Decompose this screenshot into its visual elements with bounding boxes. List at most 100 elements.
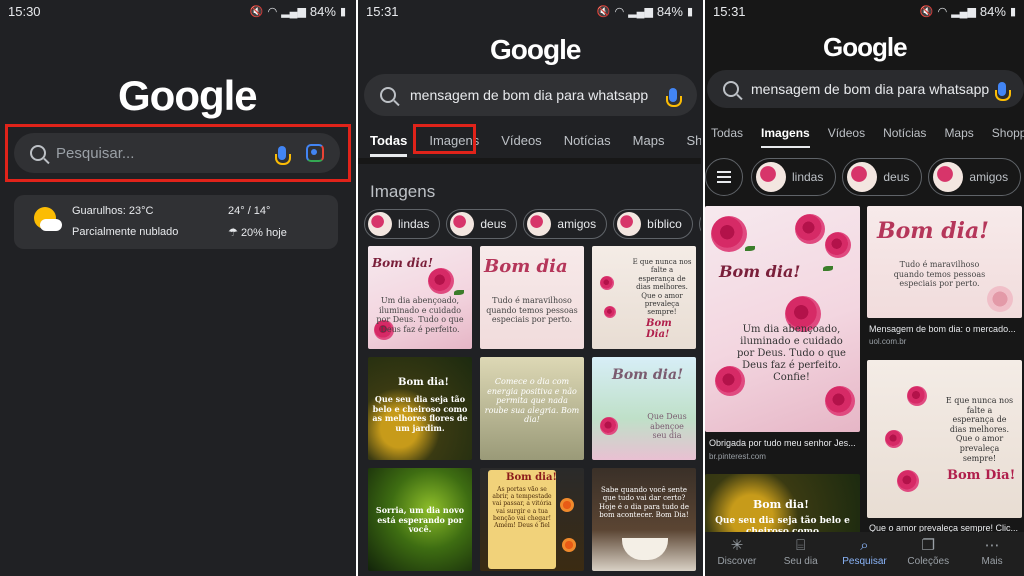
tab-videos[interactable]: Vídeos <box>828 126 865 149</box>
image-grid: Bom dia! Um dia abençoado, iluminado e c… <box>368 246 696 571</box>
image-result[interactable]: Bom dia! As portas vão se abrir, a tempe… <box>480 468 584 571</box>
chip-lindas[interactable]: lindas <box>751 158 837 196</box>
status-time: 15:31 <box>713 4 746 19</box>
battery-percent: 84% <box>979 4 1006 19</box>
image-result[interactable]: E que nunca nos falte a esperança de dia… <box>867 360 1022 518</box>
filter-button[interactable] <box>705 158 743 196</box>
search-query[interactable]: mensagem de bom dia para whatsapp <box>751 81 998 97</box>
search-tabs: Todas Imagens Vídeos Notícias Maps Shopp… <box>711 126 1024 149</box>
chip-thumbnail <box>450 212 475 236</box>
chip-thumbnail <box>933 162 964 192</box>
battery-percent: 84% <box>656 4 683 19</box>
image-result[interactable]: Sabe quando você sente que tudo vai dar … <box>592 468 696 571</box>
battery-icon: ▮ <box>339 6 346 18</box>
search-bar[interactable]: Pesquisar... <box>14 133 340 173</box>
search-bar[interactable]: mensagem de bom dia para whatsapp <box>707 70 1024 108</box>
weather-location: Guarulhos: 23°C <box>72 205 154 217</box>
tab-videos[interactable]: Vídeos <box>501 133 541 157</box>
collections-icon: ❐ <box>921 537 935 554</box>
tab-noticias[interactable]: Notícias <box>564 133 611 157</box>
battery-percent: 84% <box>309 4 336 19</box>
card-source: uol.com.br <box>869 337 907 346</box>
weather-rain-chance: 20% hoje <box>240 227 287 239</box>
tab-shopping[interactable]: Shoppi <box>992 126 1024 149</box>
status-bar: 15:31 🔇 ◠ ▂▄▆ 84% ▮ <box>705 0 1024 22</box>
search-icon: ⌕ <box>860 537 869 554</box>
status-time: 15:30 <box>8 4 41 19</box>
microphone-icon[interactable] <box>995 82 1011 101</box>
tab-imagens[interactable]: Imagens <box>761 126 810 149</box>
partly-cloudy-icon <box>30 205 62 237</box>
chip-thumbnail <box>617 212 642 236</box>
tab-todas[interactable]: Todas <box>711 126 743 149</box>
chip-amigos[interactable]: amigos <box>928 158 1022 196</box>
highlight-box <box>413 124 476 154</box>
wifi-icon: ◠ <box>937 6 948 18</box>
microphone-icon[interactable] <box>275 146 291 165</box>
chip-lindas[interactable]: lindas <box>364 209 441 239</box>
nav-mais[interactable]: ⋯ Mais <box>964 536 1020 567</box>
more-icon: ⋯ <box>984 537 1000 554</box>
nav-seu-dia[interactable]: ⌸ Seu dia <box>773 536 829 567</box>
signal-icon: ▂▄▆ <box>951 6 976 18</box>
chip-thumbnail <box>527 212 552 236</box>
chip-deus[interactable]: deus <box>842 158 923 196</box>
tab-shopping[interactable]: Shoppin <box>686 133 701 157</box>
image-result[interactable]: Comece o dia com energia positiva e não … <box>480 357 584 460</box>
weather-card[interactable]: Guarulhos: 23°C Parcialmente nublado 24°… <box>14 195 338 249</box>
tab-maps[interactable]: Maps <box>944 126 973 149</box>
image-result[interactable]: Bom dia! Tudo é maravilhoso quando temos… <box>867 206 1022 318</box>
mute-icon: 🔇 <box>249 6 264 18</box>
chip-deus[interactable]: deus <box>446 209 518 239</box>
mute-icon: 🔇 <box>919 6 934 18</box>
weather-condition: Parcialmente nublado <box>72 226 179 238</box>
search-bar[interactable]: mensagem de bom dia para whatsapp <box>364 74 697 116</box>
nav-colecoes[interactable]: ❐ Coleções <box>900 536 956 567</box>
wifi-icon: ◠ <box>267 6 278 18</box>
image-result[interactable]: Sorria, um dia novo está esperando por v… <box>368 468 472 571</box>
nav-pesquisar[interactable]: ⌕ Pesquisar <box>836 536 892 567</box>
umbrella-icon: ☂ <box>228 227 238 239</box>
image-result[interactable]: Bom dia Tudo é maravilhoso quando temos … <box>480 246 584 349</box>
image-results-panel: 15:31 🔇 ◠ ▂▄▆ 84% ▮ Google mensagem de b… <box>703 0 1024 576</box>
google-logo: Google <box>118 72 258 119</box>
tab-noticias[interactable]: Notícias <box>883 126 926 149</box>
status-time: 15:31 <box>366 4 399 19</box>
home-screen-panel: 15:30 🔇 ◠ ▂▄▆ 84% ▮ Google Pesquisar... … <box>0 0 354 576</box>
chip-thumbnail <box>368 212 392 236</box>
asterisk-icon: ✳ <box>730 537 744 554</box>
chip-biblico[interactable]: bíblico <box>613 209 693 239</box>
google-logo: Google <box>823 32 908 62</box>
image-result[interactable]: Bom dia! Que Deus abençoe seu dia <box>592 357 696 460</box>
search-icon <box>723 81 739 97</box>
bottom-navigation: ✳ Discover ⌸ Seu dia ⌕ Pesquisar ❐ Coleç… <box>705 532 1024 576</box>
search-results-panel: 15:31 🔇 ◠ ▂▄▆ 84% ▮ Google mensagem de b… <box>356 0 701 576</box>
search-icon <box>30 145 46 161</box>
search-query[interactable]: mensagem de bom dia para whatsapp <box>410 87 669 103</box>
search-icon <box>380 87 396 103</box>
microphone-icon[interactable] <box>666 88 682 107</box>
status-bar: 15:31 🔇 ◠ ▂▄▆ 84% ▮ <box>358 0 701 22</box>
tab-maps[interactable]: Maps <box>633 133 665 157</box>
chip-row: lindas deus amigos bíblico <box>364 209 701 239</box>
section-title: Imagens <box>370 182 436 201</box>
chip-amigos[interactable]: amigos <box>523 209 608 239</box>
card-title[interactable]: Mensagem de bom dia: o mercado... <box>869 324 1023 334</box>
status-bar: 15:30 🔇 ◠ ▂▄▆ 84% ▮ <box>0 0 354 22</box>
image-result[interactable]: E que nunca nos falte a esperança de dia… <box>592 246 696 349</box>
google-lens-icon[interactable] <box>306 144 324 162</box>
chip-thumbnail <box>756 162 786 192</box>
nav-discover[interactable]: ✳ Discover <box>709 536 765 567</box>
image-result[interactable]: Bom dia! Um dia abençoado, iluminado e c… <box>368 246 472 349</box>
image-result[interactable]: Bom dia! Um dia abençoado, iluminado e c… <box>705 206 860 432</box>
image-result[interactable]: Bom dia! Que seu dia seja tão belo e che… <box>705 474 860 534</box>
search-placeholder[interactable]: Pesquisar... <box>56 145 278 162</box>
tab-todas[interactable]: Todas <box>370 133 408 157</box>
inbox-icon: ⌸ <box>796 537 806 554</box>
chip-more[interactable] <box>698 209 701 239</box>
tune-icon <box>717 171 731 183</box>
divider <box>705 148 1024 152</box>
image-result[interactable]: Bom dia! Que seu dia seja tão belo e che… <box>368 357 472 460</box>
chip-thumbnail <box>847 162 878 192</box>
card-title[interactable]: Obrigada por tudo meu senhor Jes... <box>709 438 859 448</box>
